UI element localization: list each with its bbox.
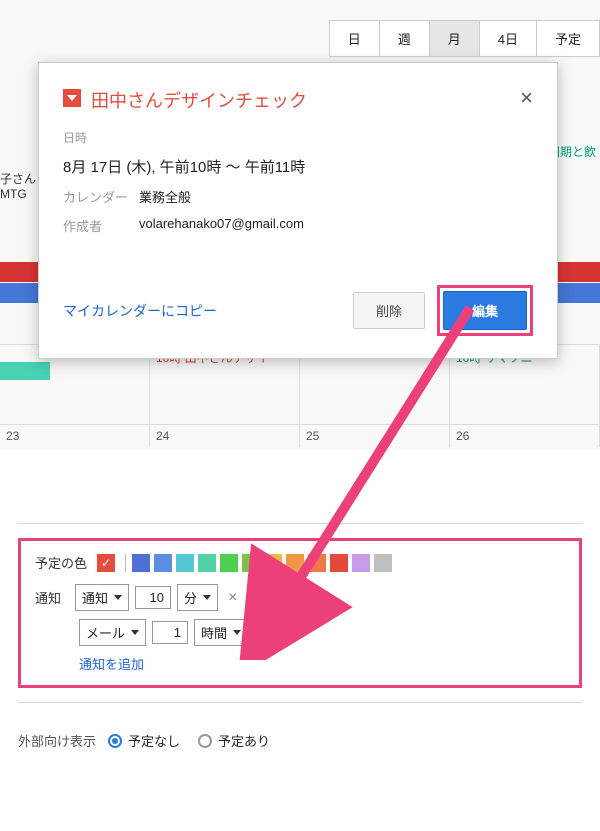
tab-week[interactable]: 週 <box>380 21 430 56</box>
creator-label: 作成者 <box>63 216 139 235</box>
selected-color-swatch[interactable]: ✓ <box>97 554 115 572</box>
tab-day[interactable]: 日 <box>330 21 380 56</box>
visibility-row: 外部向け表示 予定なし 予定あり <box>18 717 582 770</box>
notification-type-select[interactable]: 通知 <box>75 584 129 611</box>
remove-notification-icon[interactable]: × <box>258 624 267 642</box>
notification-value-input[interactable]: 1 <box>152 621 188 644</box>
view-tabs: 日 週 月 4日 予定 <box>329 20 600 57</box>
color-swatch[interactable] <box>308 554 326 572</box>
divider <box>125 554 126 572</box>
add-notification-link[interactable]: 通知を追加 <box>79 654 565 673</box>
color-swatch[interactable] <box>352 554 370 572</box>
notification-type-select[interactable]: メール <box>79 619 146 646</box>
notification-unit-select[interactable]: 分 <box>177 584 218 611</box>
event-color-row: 予定の色 ✓ <box>35 553 565 572</box>
tab-schedule[interactable]: 予定 <box>537 21 600 56</box>
notification-row: メール 1 時間 × <box>35 619 565 646</box>
calendar-background: 日 週 月 4日 予定 0 同期と飲 子さん MTG 10時 田中さんデザイ 1… <box>0 0 600 450</box>
tab-month[interactable]: 月 <box>430 21 480 56</box>
notification-row: 通知 通知 10 分 × <box>35 584 565 611</box>
color-swatch[interactable] <box>264 554 282 572</box>
color-swatch[interactable] <box>330 554 348 572</box>
calendar-name: 業務全般 <box>139 187 191 206</box>
color-swatch[interactable] <box>374 554 392 572</box>
tab-4day[interactable]: 4日 <box>480 21 537 56</box>
copy-to-my-calendar-link[interactable]: マイカレンダーにコピー <box>63 301 217 321</box>
creator-email: volarehanako07@gmail.com <box>139 216 304 235</box>
notification-value-input[interactable]: 10 <box>135 586 171 609</box>
event-snippet: 子さん <box>0 170 36 187</box>
edit-button-highlight: 編集 <box>437 285 533 336</box>
color-swatch[interactable] <box>198 554 216 572</box>
close-icon[interactable]: × <box>520 87 533 109</box>
event-popup: 田中さんデザインチェック × 日時 8月 17日 (木), 午前10時 ～ 午前… <box>38 62 558 359</box>
edit-button[interactable]: 編集 <box>443 291 527 330</box>
notification-unit-select[interactable]: 時間 <box>194 619 248 646</box>
visibility-label: 外部向け表示 <box>18 731 108 750</box>
color-swatch[interactable] <box>286 554 304 572</box>
delete-button[interactable]: 削除 <box>353 292 425 329</box>
visibility-busy-radio[interactable]: 予定あり <box>198 731 270 750</box>
color-notification-highlight: 予定の色 ✓ 通知 通知 10 分 × メール 1 時間 × 通知を追加 <box>18 538 582 688</box>
event-title[interactable]: 田中さんデザインチェック <box>91 87 520 113</box>
day-number[interactable]: 23 <box>0 424 150 447</box>
day-number[interactable]: 26 <box>450 424 600 447</box>
event-snippet: MTG <box>0 187 36 201</box>
radio-icon <box>198 734 212 748</box>
visibility-free-radio[interactable]: 予定なし <box>108 731 180 750</box>
day-number[interactable]: 24 <box>150 424 300 447</box>
notification-label: 通知 <box>35 588 75 607</box>
calendar-color-icon[interactable] <box>63 89 81 107</box>
calendar-label: カレンダー <box>63 187 139 206</box>
color-swatch[interactable] <box>154 554 172 572</box>
event-block[interactable] <box>0 362 50 380</box>
color-swatch[interactable] <box>220 554 238 572</box>
datetime-label: 日時 <box>63 129 533 146</box>
day-number[interactable]: 25 <box>300 424 450 447</box>
color-swatch[interactable] <box>176 554 194 572</box>
color-swatch[interactable] <box>242 554 260 572</box>
event-color-label: 予定の色 <box>35 553 87 572</box>
radio-icon <box>108 734 122 748</box>
color-swatch[interactable] <box>132 554 150 572</box>
radio-label: 予定なし <box>128 731 180 750</box>
radio-label: 予定あり <box>218 731 270 750</box>
remove-notification-icon[interactable]: × <box>228 589 237 607</box>
event-datetime: 8月 17日 (木), 午前10時 ～ 午前11時 <box>63 156 533 177</box>
